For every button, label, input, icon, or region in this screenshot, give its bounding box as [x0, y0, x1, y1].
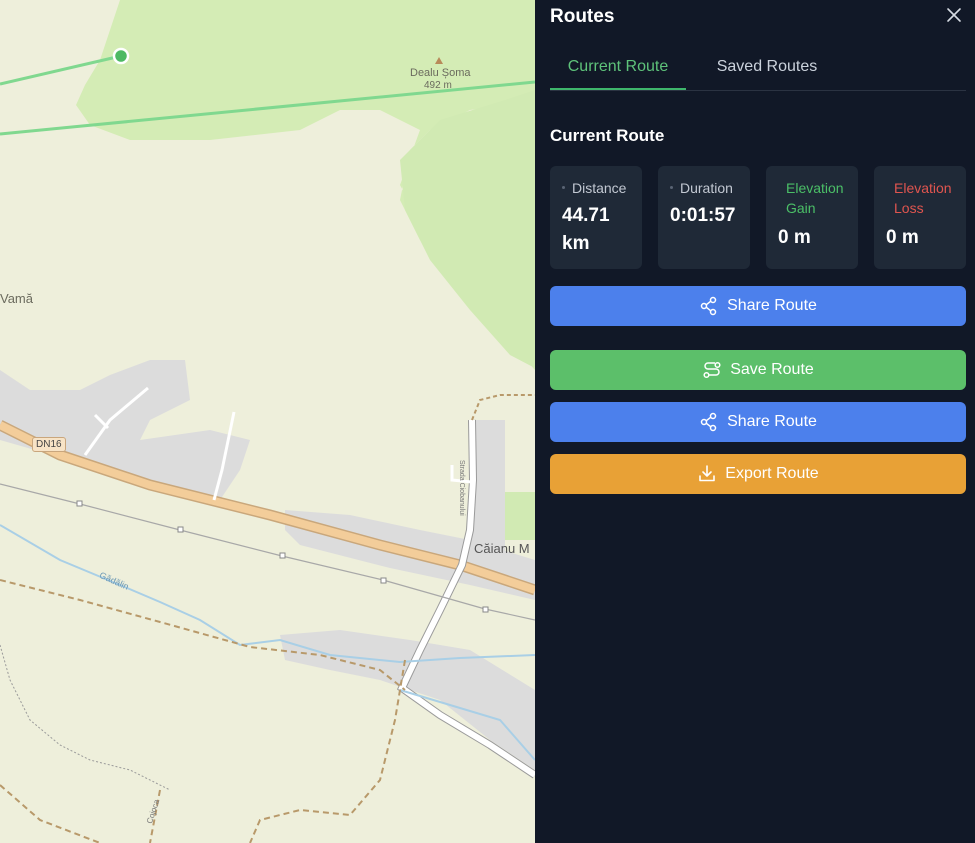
section-title: Current Route — [550, 126, 665, 145]
town-label: Căianu M — [474, 541, 530, 556]
stat-label: Distance — [572, 180, 627, 196]
bullet-icon — [562, 186, 565, 190]
boundary — [471, 394, 535, 421]
button-label: Save Route — [730, 361, 814, 378]
share-route-button[interactable]: Share Route — [550, 402, 966, 442]
stat-label: Elevation Loss — [894, 180, 952, 216]
route-icon — [702, 360, 722, 380]
share-icon — [699, 412, 719, 432]
tab-saved-routes[interactable]: Saved Routes — [690, 46, 844, 88]
button-label: Share Route — [727, 413, 817, 430]
routes-panel: Routes Current Route Saved Routes Curren… — [535, 0, 975, 843]
road-shield-dn16: DN16 — [32, 437, 66, 452]
share-icon — [699, 296, 719, 316]
footpath — [0, 644, 171, 791]
map-canvas — [0, 0, 535, 843]
stat-value: 0:01:57 — [670, 205, 736, 226]
boundary — [0, 784, 101, 843]
close-icon — [947, 8, 961, 22]
stat-value: 0 m — [778, 227, 811, 248]
stat-value: 0 m — [886, 227, 919, 248]
peak-elevation-label: 492 m — [424, 80, 452, 91]
tab-current-route[interactable]: Current Route — [550, 46, 686, 90]
export-route-button[interactable]: Export Route — [550, 454, 966, 494]
stat-duration: Duration 0:01:57 — [658, 166, 750, 269]
save-route-button[interactable]: Save Route — [550, 350, 966, 390]
forest-patch — [503, 492, 535, 540]
village-label: Vamă — [0, 291, 33, 306]
stat-label: Elevation Gain — [786, 180, 844, 216]
stat-elevation-loss: Elevation Loss 0 m — [874, 166, 966, 269]
button-label: Export Route — [725, 465, 819, 482]
map-view[interactable]: Dealu Șoma 492 m Vamă DN16 Căianu M Gădă… — [0, 0, 535, 843]
boundary — [249, 659, 406, 843]
button-label: Share Route — [727, 297, 817, 314]
bullet-icon — [670, 186, 673, 190]
stat-elevation-gain: Elevation Gain 0 m — [766, 166, 858, 269]
route-tabs: Current Route Saved Routes — [550, 46, 966, 91]
share-route-button-top[interactable]: Share Route — [550, 286, 966, 326]
close-button[interactable] — [943, 4, 965, 26]
stat-label: Duration — [680, 180, 733, 196]
download-icon — [697, 464, 717, 484]
peak-label: Dealu Șoma — [410, 67, 471, 79]
stat-value: 44.71 km — [562, 205, 610, 254]
panel-title: Routes — [550, 6, 615, 27]
street-label: Strada Ciobanului — [458, 460, 465, 516]
route-waypoint — [112, 47, 130, 65]
stat-distance: Distance 44.71 km — [550, 166, 642, 269]
